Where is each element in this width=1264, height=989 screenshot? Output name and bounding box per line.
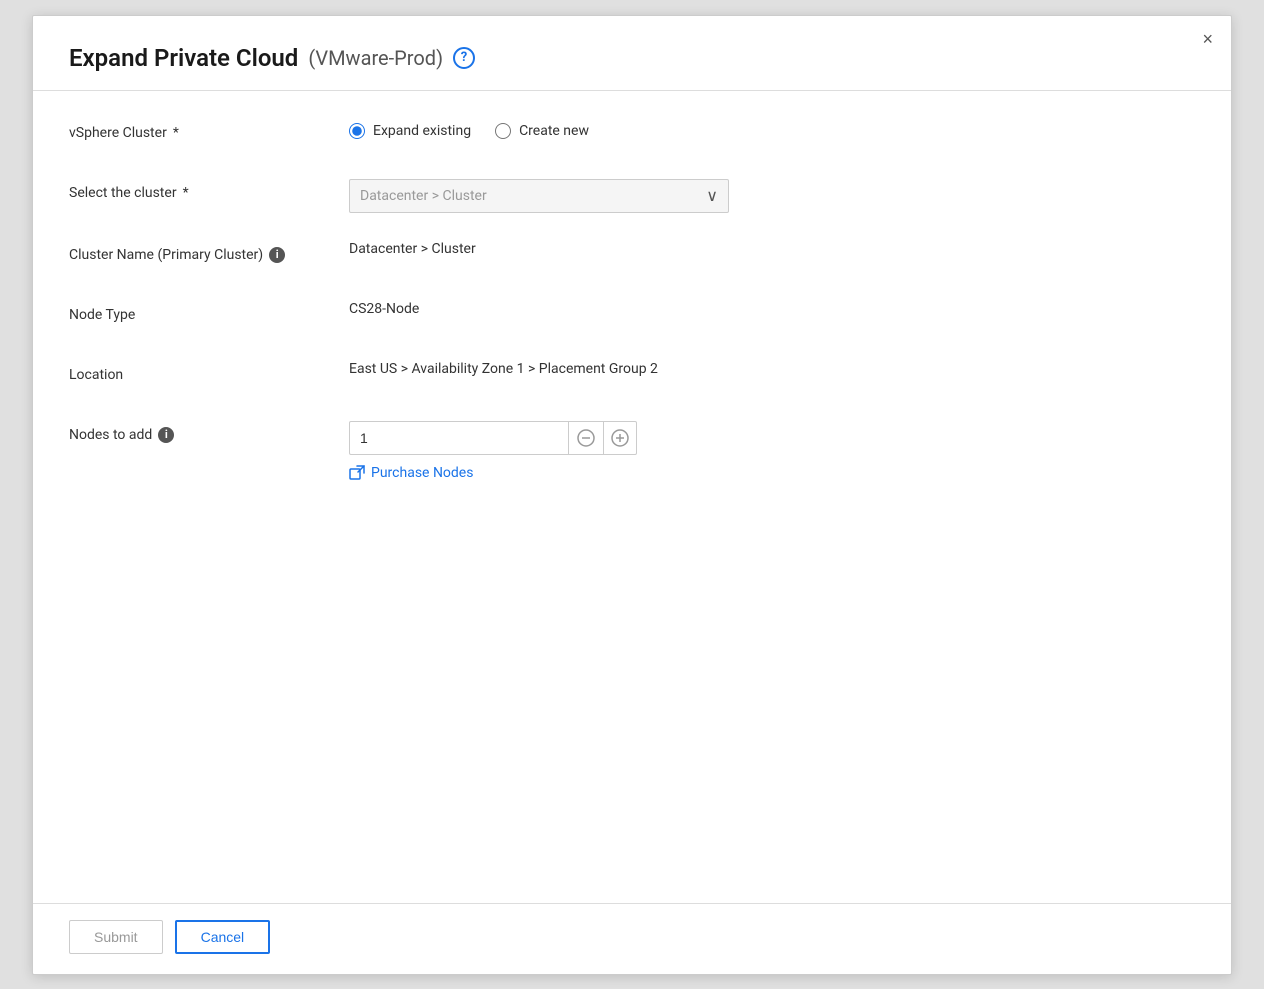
nodes-to-add-row: Nodes to add i (69, 421, 1195, 481)
location-row: Location East US > Availability Zone 1 >… (69, 361, 1195, 393)
create-new-label: Create new (519, 123, 589, 139)
expand-private-cloud-dialog: × Expand Private Cloud (VMware-Prod) ? v… (32, 15, 1232, 975)
cluster-name-value: Datacenter > Cluster (349, 241, 1195, 257)
nodes-to-add-control: Purchase Nodes (349, 421, 1195, 481)
vsphere-cluster-control: Expand existing Create new (349, 119, 1195, 139)
cancel-button[interactable]: Cancel (175, 920, 271, 954)
select-cluster-row: Select the cluster * Datacenter > Cluste… (69, 179, 1195, 213)
select-cluster-control: Datacenter > Cluster ∨ (349, 179, 1195, 213)
expand-existing-radio-label[interactable]: Expand existing (349, 123, 471, 139)
create-new-radio-label[interactable]: Create new (495, 123, 589, 139)
dialog-footer: Submit Cancel (33, 903, 1231, 974)
dialog-title: Expand Private Cloud (VMware-Prod) ? (69, 44, 1195, 72)
nodes-stepper (349, 421, 649, 455)
node-type-value: CS28-Node (349, 301, 1195, 317)
increment-button[interactable] (603, 421, 637, 455)
cluster-name-label: Cluster Name (Primary Cluster) i (69, 241, 349, 263)
node-type-row: Node Type CS28-Node (69, 301, 1195, 333)
cluster-name-row: Cluster Name (Primary Cluster) i Datacen… (69, 241, 1195, 273)
dialog-header: Expand Private Cloud (VMware-Prod) ? (33, 16, 1231, 91)
location-label: Location (69, 361, 349, 383)
chevron-down-icon: ∨ (706, 186, 718, 205)
external-link-icon (349, 465, 365, 481)
title-text: Expand Private Cloud (69, 44, 298, 72)
nodes-input[interactable] (349, 421, 569, 455)
select-cluster-label: Select the cluster * (69, 179, 349, 201)
vsphere-cluster-label: vSphere Cluster * (69, 119, 349, 141)
vsphere-cluster-row: vSphere Cluster * Expand existing Create… (69, 119, 1195, 151)
nodes-to-add-info-icon[interactable]: i (158, 427, 174, 443)
help-icon[interactable]: ? (453, 47, 475, 69)
close-button[interactable]: × (1202, 30, 1213, 48)
nodes-to-add-label: Nodes to add i (69, 421, 349, 443)
location-value: East US > Availability Zone 1 > Placemen… (349, 361, 1195, 377)
cluster-name-info-icon[interactable]: i (269, 247, 285, 263)
expand-existing-label: Expand existing (373, 123, 471, 139)
purchase-nodes-link[interactable]: Purchase Nodes (349, 465, 1195, 481)
purchase-nodes-label: Purchase Nodes (371, 465, 473, 481)
create-new-radio[interactable] (495, 123, 511, 139)
minus-icon (577, 429, 595, 447)
subtitle-text: (VMware-Prod) (308, 46, 443, 70)
dialog-body: vSphere Cluster * Expand existing Create… (33, 91, 1231, 903)
node-type-label: Node Type (69, 301, 349, 323)
submit-button[interactable]: Submit (69, 920, 163, 954)
cluster-dropdown[interactable]: Datacenter > Cluster ∨ (349, 179, 729, 213)
expand-existing-radio[interactable] (349, 123, 365, 139)
decrement-button[interactable] (569, 421, 603, 455)
cluster-dropdown-placeholder: Datacenter > Cluster (360, 188, 487, 204)
plus-icon (611, 429, 629, 447)
